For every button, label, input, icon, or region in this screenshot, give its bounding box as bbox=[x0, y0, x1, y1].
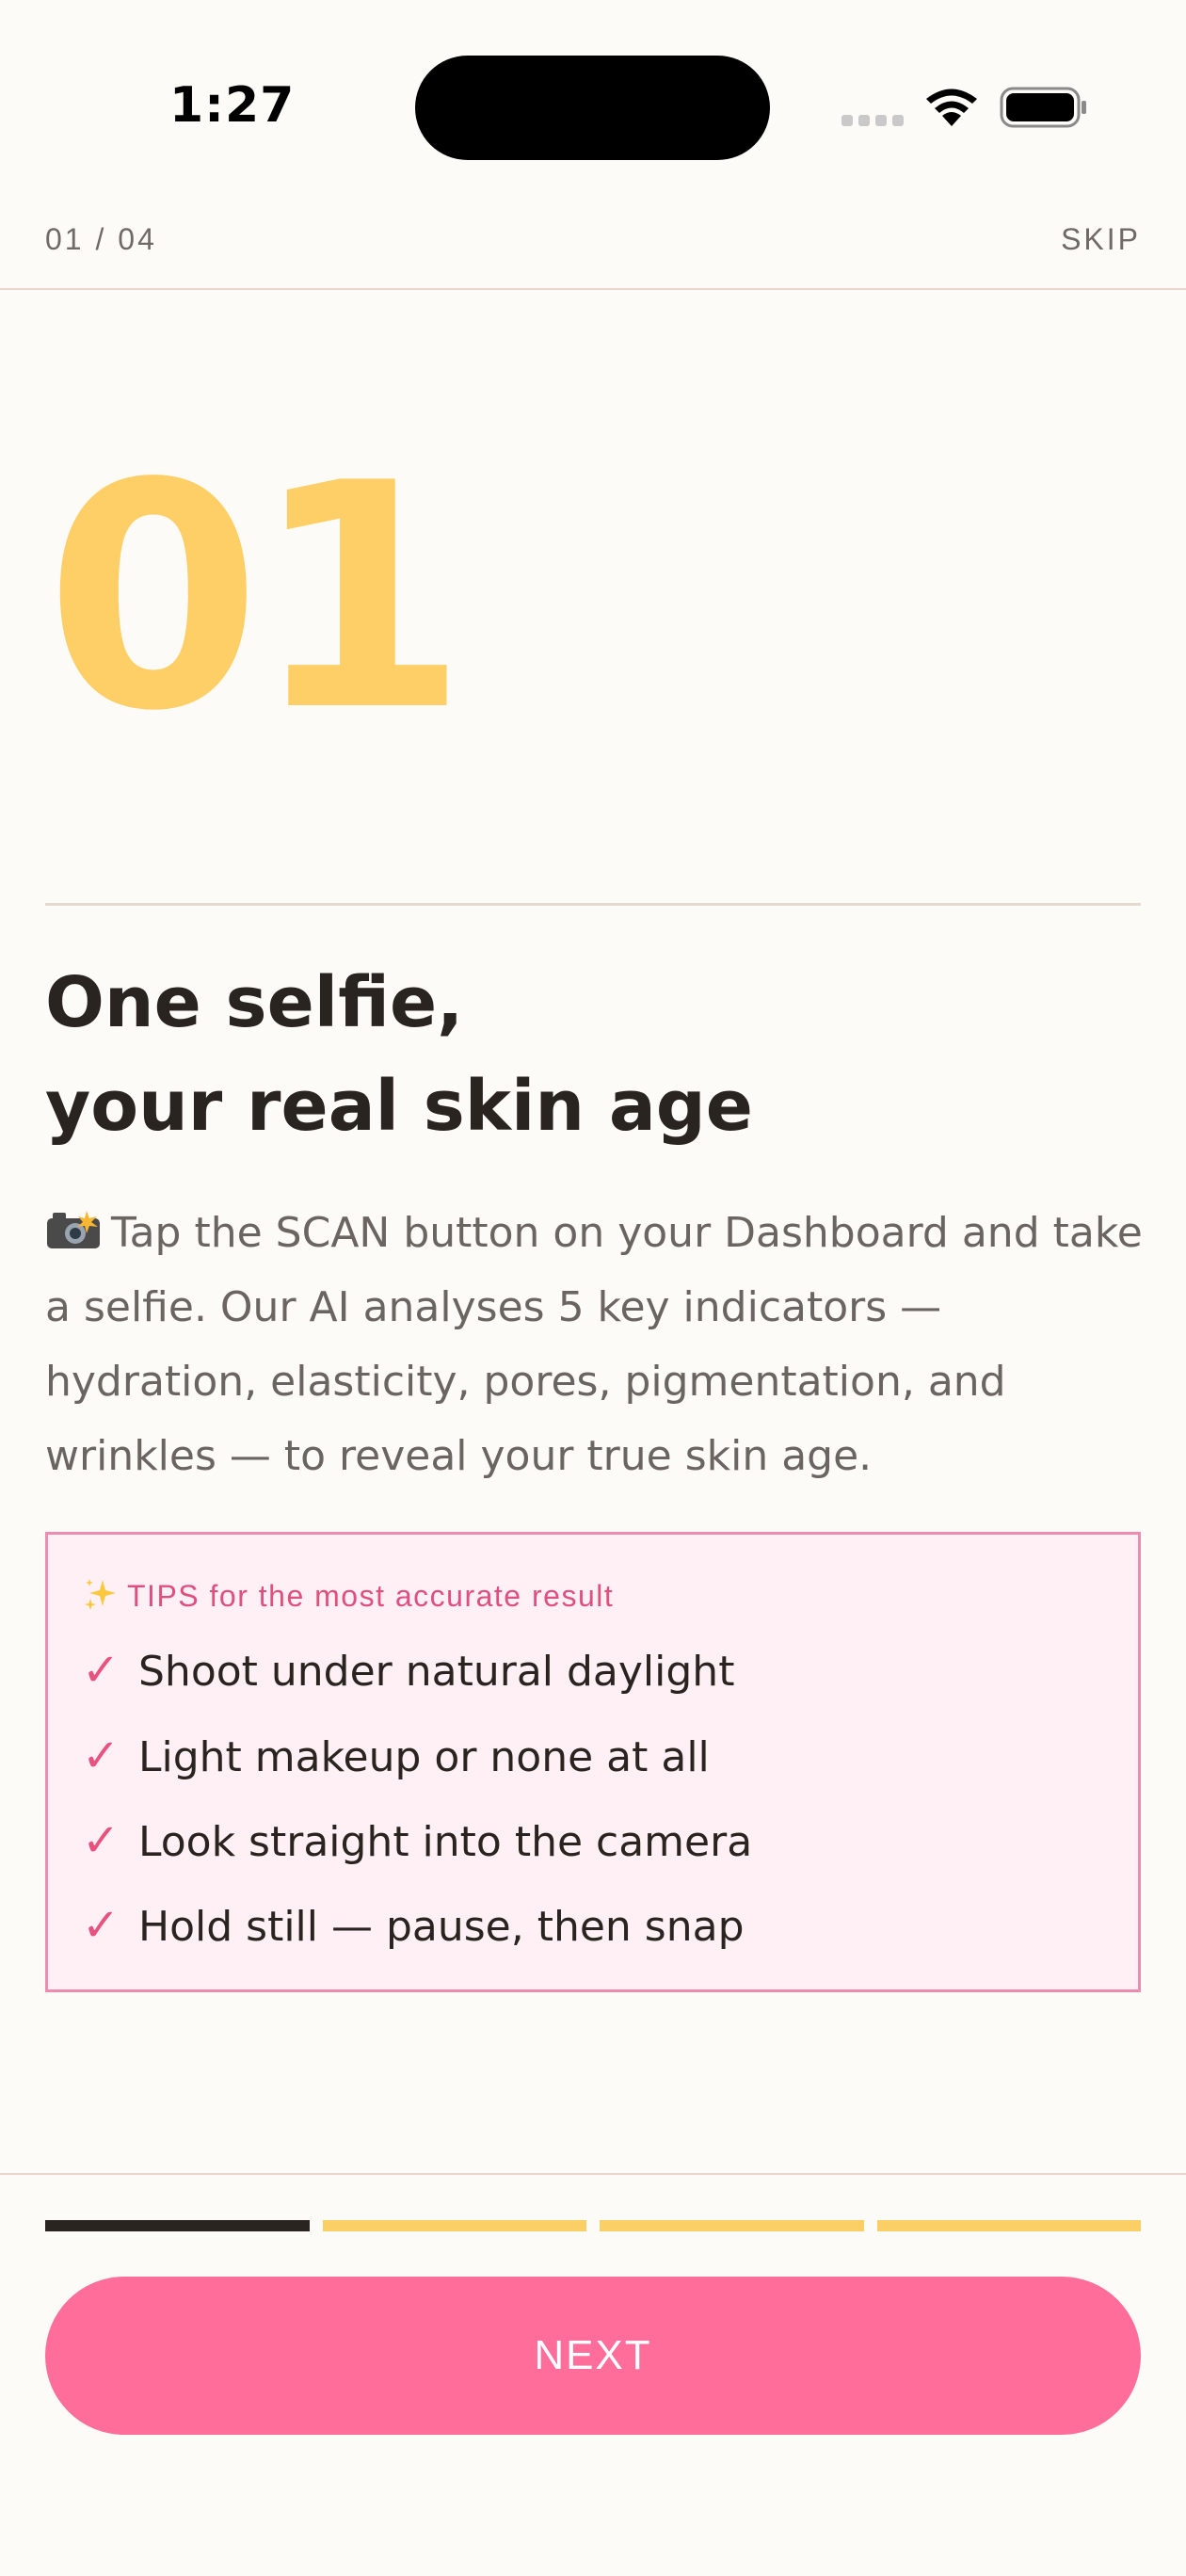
onboarding-screen: 1:27 01 / 04 SKIP 01 One selfie, your re… bbox=[0, 0, 1186, 2576]
progress-segment bbox=[322, 2220, 586, 2231]
onboarding-header: 01 / 04 SKIP bbox=[45, 188, 1141, 288]
step-progress-bar bbox=[45, 2220, 1141, 2231]
tip-text: Hold still — pause, then snap bbox=[138, 1903, 745, 1951]
battery-icon bbox=[1000, 87, 1086, 128]
step-counter: 01 / 04 bbox=[45, 222, 157, 256]
header-divider bbox=[0, 288, 1186, 290]
slide-description: Tap the SCAN button on your Dashboard an… bbox=[45, 1196, 1146, 1493]
tip-item: ✓ Hold still — pause, then snap bbox=[82, 1899, 745, 1952]
tip-item: ✓ Shoot under natural daylight bbox=[82, 1644, 734, 1697]
cellular-signal-icon bbox=[841, 115, 904, 126]
skip-button[interactable]: SKIP bbox=[1061, 222, 1141, 257]
check-icon: ✓ bbox=[82, 1814, 120, 1867]
slide-title-line1: One selfie, bbox=[45, 962, 464, 1043]
tip-item: ✓ Light makeup or none at all bbox=[82, 1730, 710, 1782]
check-icon: ✓ bbox=[82, 1730, 120, 1782]
tip-text: Look straight into the camera bbox=[138, 1818, 753, 1866]
step-number: 01 bbox=[45, 417, 468, 779]
tip-item: ✓ Look straight into the camera bbox=[82, 1814, 752, 1867]
slide-title: One selfie, your real skin age bbox=[45, 951, 1137, 1158]
tips-header: TIPS for the most accurate result bbox=[82, 1576, 614, 1614]
status-bar: 1:27 bbox=[0, 0, 1186, 188]
check-icon: ✓ bbox=[82, 1644, 120, 1697]
tips-box: TIPS for the most accurate result ✓ Shoot… bbox=[45, 1532, 1141, 1992]
wifi-icon bbox=[926, 89, 977, 126]
next-button[interactable]: NEXT bbox=[45, 2277, 1141, 2435]
footer-divider bbox=[0, 2173, 1186, 2175]
sparkles-icon bbox=[85, 1579, 116, 1610]
progress-segment bbox=[45, 2220, 310, 2231]
dynamic-island bbox=[415, 56, 770, 160]
progress-segment bbox=[876, 2220, 1141, 2231]
check-icon: ✓ bbox=[82, 1899, 120, 1952]
section-divider bbox=[45, 903, 1141, 906]
slide-description-text: Tap the SCAN button on your Dashboard an… bbox=[45, 1209, 1143, 1480]
progress-segment bbox=[600, 2220, 864, 2231]
slide-title-line2: your real skin age bbox=[45, 1066, 753, 1147]
tips-header-text: TIPS for the most accurate result bbox=[127, 1579, 615, 1613]
status-time: 1:27 bbox=[169, 77, 296, 134]
camera-flash-icon bbox=[47, 1211, 100, 1248]
tip-text: Light makeup or none at all bbox=[138, 1733, 710, 1781]
tip-text: Shoot under natural daylight bbox=[138, 1648, 735, 1696]
